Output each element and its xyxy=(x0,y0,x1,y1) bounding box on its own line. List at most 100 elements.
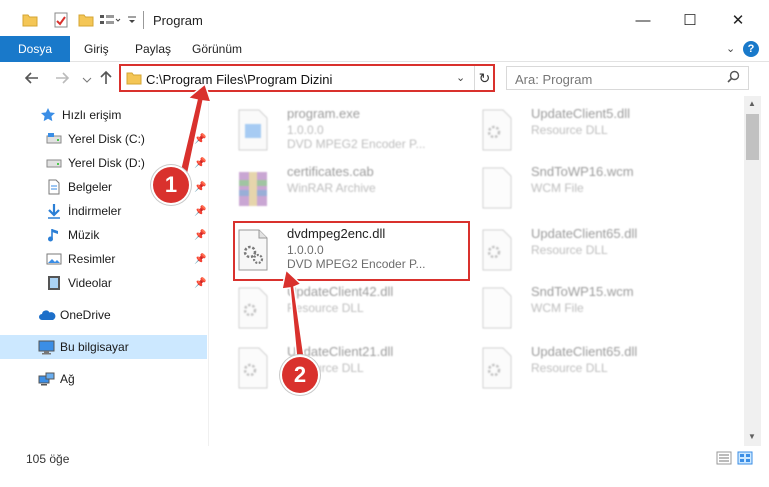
pin-icon[interactable]: 📌 xyxy=(194,134,206,145)
file-item[interactable]: SndToWP15.wcm WCM File xyxy=(479,280,719,336)
drive-icon xyxy=(46,131,62,147)
file-item[interactable]: UpdateClient65.dll Resource DLL xyxy=(479,222,719,278)
file-type: WCM File xyxy=(531,301,584,315)
pin-icon[interactable]: 📌 xyxy=(194,158,206,169)
sidebar-item-label: Belgeler xyxy=(68,180,113,194)
scroll-up-icon[interactable]: ▲ xyxy=(748,99,756,108)
sidebar-item-onedrive[interactable]: OneDrive xyxy=(0,303,207,327)
tab-view[interactable]: Görünüm xyxy=(192,42,242,56)
file-version: 1.0.0.0 xyxy=(287,123,324,137)
sidebar-item-label: OneDrive xyxy=(60,308,111,322)
folder-icon[interactable] xyxy=(22,11,38,29)
sidebar-item-label: Yerel Disk (C:) xyxy=(68,132,145,146)
navigation-pane: Hızlı erişim Yerel Disk (C:) 📌 Yerel Dis… xyxy=(0,96,208,446)
pictures-icon xyxy=(46,251,62,267)
file-icon xyxy=(479,166,515,210)
properties-icon[interactable] xyxy=(54,11,68,29)
file-name: program.exe xyxy=(287,106,360,121)
dll-icon xyxy=(479,108,515,152)
back-arrow-icon[interactable] xyxy=(24,70,40,91)
sidebar-item-pictures[interactable]: Resimler 📌 xyxy=(0,247,207,271)
scroll-down-icon[interactable]: ▼ xyxy=(748,432,756,441)
chevron-down-icon[interactable]: ⌄ xyxy=(726,42,735,55)
details-view-icon[interactable] xyxy=(716,450,732,466)
vertical-scrollbar[interactable]: ▲ ▼ xyxy=(744,96,761,446)
window-title: Program xyxy=(153,13,203,28)
pin-icon[interactable]: 📌 xyxy=(194,278,206,289)
dll-icon xyxy=(235,286,271,330)
sidebar-item-this-pc[interactable]: Bu bilgisayar xyxy=(0,335,207,359)
sidebar-item-label: Resimler xyxy=(68,252,116,266)
sidebar-item-videos[interactable]: Videolar 📌 xyxy=(0,271,207,295)
file-description: DVD MPEG2 Encoder P... xyxy=(287,137,426,151)
file-name: UpdateClient65.dll xyxy=(531,226,638,241)
drive-icon xyxy=(46,155,62,171)
file-type: WinRAR Archive xyxy=(287,181,376,195)
scroll-thumb[interactable] xyxy=(746,114,759,160)
file-type: Resource DLL xyxy=(531,361,608,375)
file-type: Resource DLL xyxy=(531,123,608,137)
file-type: Resource DLL xyxy=(287,301,364,315)
large-icons-view-icon[interactable] xyxy=(737,450,753,466)
maximize-button[interactable]: ☐ xyxy=(678,8,702,32)
new-folder-icon[interactable] xyxy=(78,11,94,29)
forward-arrow-icon[interactable] xyxy=(54,70,70,91)
status-bar: 105 öğe xyxy=(0,446,769,487)
callout-1-badge: 1 xyxy=(153,167,189,203)
view-icon[interactable] xyxy=(99,11,121,29)
file-item[interactable]: UpdateClient5.dll Resource DLL xyxy=(479,102,719,158)
file-type: Resource DLL xyxy=(531,243,608,257)
tab-home[interactable]: Giriş xyxy=(84,42,109,56)
sidebar-item-label: Videolar xyxy=(68,276,112,290)
sidebar-item-network[interactable]: Ağ xyxy=(0,367,207,391)
document-icon xyxy=(46,179,62,195)
pin-icon[interactable]: 📌 xyxy=(194,206,206,217)
file-name: SndToWP15.wcm xyxy=(531,284,634,299)
pin-icon[interactable]: 📌 xyxy=(194,182,206,193)
address-highlight-box xyxy=(119,64,495,92)
exe-icon xyxy=(235,108,271,152)
file-name: certificates.cab xyxy=(287,164,374,179)
file-item[interactable]: UpdateClient21.dll Resource DLL xyxy=(235,340,475,396)
search-input[interactable]: Ara: Program xyxy=(506,66,749,90)
help-icon[interactable]: ? xyxy=(743,41,759,57)
file-item[interactable]: UpdateClient42.dll Resource DLL xyxy=(235,280,475,336)
close-button[interactable]: ✕ xyxy=(726,8,750,32)
archive-icon xyxy=(235,166,271,210)
pin-icon[interactable]: 📌 xyxy=(194,254,206,265)
tab-file[interactable]: Dosya xyxy=(0,36,70,62)
file-name: UpdateClient5.dll xyxy=(531,106,631,121)
minimize-button[interactable]: — xyxy=(631,8,655,32)
search-icon[interactable] xyxy=(727,70,740,86)
title-bar: Program — ☐ ✕ xyxy=(0,0,769,36)
tab-share[interactable]: Paylaş xyxy=(135,42,171,56)
file-type: WCM File xyxy=(531,181,584,195)
dll-icon xyxy=(479,346,515,390)
dll-icon xyxy=(479,228,515,272)
sidebar-item-label: Ağ xyxy=(60,372,75,386)
file-name: UpdateClient65.dll xyxy=(531,344,638,359)
file-item[interactable]: program.exe 1.0.0.0 DVD MPEG2 Encoder P.… xyxy=(235,102,475,158)
sidebar-item-label: İndirmeler xyxy=(68,204,122,218)
pin-icon[interactable]: 📌 xyxy=(194,230,206,241)
download-icon xyxy=(46,203,62,219)
music-icon xyxy=(46,227,62,243)
sidebar-item-label: Müzik xyxy=(68,228,100,242)
sidebar-item-label: Hızlı erişim xyxy=(62,108,122,122)
file-item[interactable]: UpdateClient65.dll Resource DLL xyxy=(479,340,719,396)
file-item[interactable]: certificates.cab WinRAR Archive xyxy=(235,160,475,216)
sidebar-item-music[interactable]: Müzik 📌 xyxy=(0,223,207,247)
star-icon xyxy=(40,107,56,123)
up-arrow-icon[interactable] xyxy=(98,70,114,91)
search-placeholder[interactable]: Ara: Program xyxy=(515,72,592,87)
computer-icon xyxy=(38,339,55,355)
customize-toolbar-icon[interactable] xyxy=(127,11,137,29)
dll-icon xyxy=(235,346,271,390)
file-item[interactable]: SndToWP16.wcm WCM File xyxy=(479,160,719,216)
sidebar-item-label: Bu bilgisayar xyxy=(60,340,129,354)
network-icon xyxy=(38,371,55,387)
sidebar-item-disk-c[interactable]: Yerel Disk (C:) 📌 xyxy=(0,127,207,151)
sidebar-item-downloads[interactable]: İndirmeler 📌 xyxy=(0,199,207,223)
recent-dropdown-icon[interactable] xyxy=(82,72,92,90)
sidebar-item-quick-access[interactable]: Hızlı erişim xyxy=(0,103,207,127)
